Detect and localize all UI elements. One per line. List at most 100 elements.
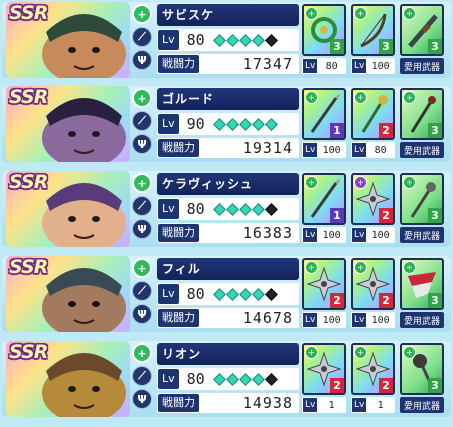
weapon-slot[interactable]: +2 Lv 80	[351, 88, 395, 160]
weapon-card[interactable]: +3	[302, 4, 346, 56]
weapon-level: Lv 100	[351, 58, 395, 74]
weapon-level-value: 100	[322, 144, 341, 156]
character-level: 80	[186, 370, 205, 388]
level-line: Lv 80	[157, 283, 299, 305]
weapon-card[interactable]: +2	[351, 88, 395, 140]
character-row[interactable]: SSR + ⟋ Ψ ゴルード Lv 90 戦闘力 19314 +1 Lv 100 +2 Lv 80 +3 愛用武…	[2, 84, 451, 164]
weapon-slot[interactable]: +2 Lv 100	[351, 258, 395, 330]
character-row[interactable]: SSR + ⟋ Ψ フィル Lv 80 戦闘力 14678 +2 Lv 100 +2 Lv 100 +3 愛用武…	[2, 254, 451, 334]
character-name: リオン	[157, 343, 299, 365]
level-line: Lv 80	[157, 29, 299, 51]
weapon-level: Lv 80	[302, 58, 346, 74]
battle-power-label: 戦闘力	[158, 224, 199, 242]
character-side-icons: + ⟋ Ψ	[132, 258, 154, 330]
weapon-rank: 3	[330, 39, 344, 54]
weapon-slot[interactable]: +2 Lv 1	[302, 343, 346, 415]
weapon-card[interactable]: +1	[302, 173, 346, 225]
weapon-rank: 3	[428, 123, 442, 138]
trident-icon: Ψ	[132, 219, 152, 239]
weapon-slot[interactable]: +1 Lv 100	[302, 173, 346, 245]
weapon-element-icon: +	[354, 176, 367, 189]
weapon-level-value: 100	[371, 314, 390, 326]
character-row[interactable]: SSR + ⟋ Ψ ケラヴィッシュ Lv 80 戦闘力 16383 +1 Lv 100 +2 Lv 100 +…	[2, 169, 451, 249]
weapon-type-icon: ⟋	[132, 27, 152, 47]
weapon-level: Lv 100	[351, 227, 395, 243]
level-line: Lv 80	[157, 368, 299, 390]
rarity-badge: SSR	[9, 2, 48, 24]
battle-power-line: 戦闘力 17347	[157, 54, 299, 74]
star-filled-icon	[225, 33, 239, 47]
weapon-rank: 1	[330, 123, 344, 138]
weapon-element-icon: +	[403, 346, 416, 359]
weapon-card[interactable]: +2	[351, 343, 395, 395]
weapon-slot[interactable]: +2 Lv 100	[302, 258, 346, 330]
weapon-slot[interactable]: +3 Lv 100	[351, 4, 395, 76]
character-portrait[interactable]: SSR	[6, 86, 130, 162]
weapon-level-value: 100	[322, 229, 341, 241]
weapon-slot[interactable]: +2 Lv 1	[351, 343, 395, 415]
favorite-weapon-text: 愛用武器	[403, 316, 440, 327]
weapon-slot[interactable]: +3 愛用武器	[400, 4, 444, 76]
character-row[interactable]: SSR + ⟋ Ψ リオン Lv 80 戦闘力 14938 +2 Lv 1 +2 Lv 1 +3 愛用武器	[2, 339, 451, 419]
weapon-slot[interactable]: +2 Lv 100	[351, 173, 395, 245]
weapon-card[interactable]: +1	[302, 88, 346, 140]
weapon-card[interactable]: +2	[302, 343, 346, 395]
plus-circle-icon[interactable]: +	[132, 88, 152, 108]
star-filled-icon	[264, 117, 278, 131]
weapon-slot[interactable]: +3 Lv 80	[302, 4, 346, 76]
star-filled-icon	[212, 33, 226, 47]
rarity-badge: SSR	[9, 86, 48, 108]
battle-power-label: 戦闘力	[158, 309, 199, 327]
weapon-level-label: Lv	[352, 228, 367, 242]
plus-circle-icon[interactable]: +	[132, 173, 152, 193]
character-side-icons: + ⟋ Ψ	[132, 173, 154, 245]
weapon-level-value: 1	[328, 399, 335, 411]
weapon-level-value: 100	[371, 229, 390, 241]
weapon-card[interactable]: +3	[351, 4, 395, 56]
weapon-slots: +2 Lv 100 +2 Lv 100 +3 愛用武器	[302, 258, 449, 330]
star-filled-icon	[238, 117, 252, 131]
weapon-card[interactable]: +3	[400, 88, 444, 140]
character-portrait[interactable]: SSR	[6, 2, 130, 78]
character-info: フィル Lv 80 戦闘力 14678	[157, 258, 299, 330]
weapon-type-icon: ⟋	[132, 196, 152, 216]
character-level: 80	[186, 31, 205, 49]
weapon-card[interactable]: +3	[400, 258, 444, 310]
weapon-rank: 2	[379, 208, 393, 223]
character-row[interactable]: SSR + ⟋ Ψ サビスケ Lv 80 戦闘力 17347 +3 Lv 80 +3 Lv 100 +3 愛用武…	[2, 0, 451, 80]
plus-circle-icon[interactable]: +	[132, 4, 152, 24]
weapon-slot[interactable]: +3 愛用武器	[400, 173, 444, 245]
weapon-element-icon: +	[305, 91, 318, 104]
star-filled-icon	[225, 372, 239, 386]
weapon-rank: 3	[428, 208, 442, 223]
weapon-element-icon: +	[354, 7, 367, 20]
star-empty-icon	[264, 287, 278, 301]
weapon-level: Lv 80	[351, 142, 395, 158]
weapon-card[interactable]: +2	[302, 258, 346, 310]
weapon-slot[interactable]: +3 愛用武器	[400, 343, 444, 415]
weapon-slot[interactable]: +3 愛用武器	[400, 258, 444, 330]
plus-circle-icon[interactable]: +	[132, 343, 152, 363]
weapon-slot[interactable]: +3 愛用武器	[400, 88, 444, 160]
character-portrait[interactable]: SSR	[6, 341, 130, 417]
weapon-card[interactable]: +3	[400, 4, 444, 56]
favorite-weapon-text: 愛用武器	[403, 231, 440, 242]
weapon-level: Lv 1	[351, 397, 395, 413]
weapon-card[interactable]: +2	[351, 173, 395, 225]
weapon-card[interactable]: +3	[400, 173, 444, 225]
character-portrait[interactable]: SSR	[6, 256, 130, 332]
character-info: ケラヴィッシュ Lv 80 戦闘力 16383	[157, 173, 299, 245]
favorite-weapon-label: 愛用武器	[400, 397, 444, 413]
character-portrait[interactable]: SSR	[6, 171, 130, 247]
weapon-slot[interactable]: +1 Lv 100	[302, 88, 346, 160]
plus-circle-icon[interactable]: +	[132, 258, 152, 278]
star-filled-icon	[251, 117, 265, 131]
level-label: Lv	[158, 30, 179, 50]
battle-power-label: 戦闘力	[158, 139, 199, 157]
weapon-card[interactable]: +2	[351, 258, 395, 310]
favorite-weapon-text: 愛用武器	[403, 401, 440, 412]
level-label: Lv	[158, 114, 179, 134]
star-filled-icon	[238, 372, 252, 386]
weapon-card[interactable]: +3	[400, 343, 444, 395]
weapon-level-value: 1	[377, 399, 384, 411]
